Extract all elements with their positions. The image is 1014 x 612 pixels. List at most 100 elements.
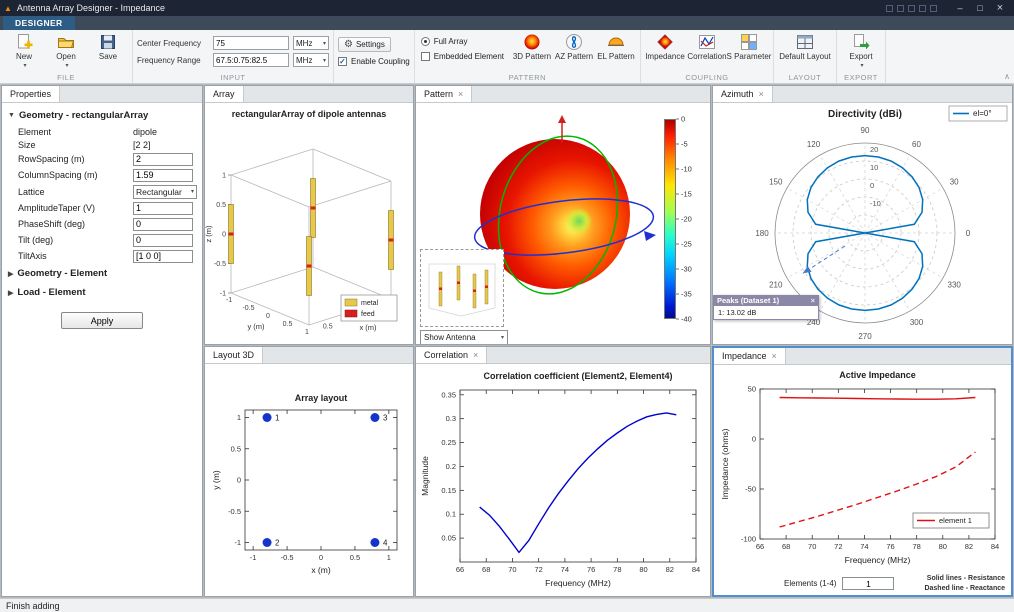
close-button[interactable]: × bbox=[990, 2, 1010, 14]
center-frequency-unit-select[interactable]: MHz ▾ bbox=[293, 36, 329, 50]
designer-tab[interactable]: DESIGNER bbox=[3, 16, 75, 30]
property-value-lattice[interactable]: Rectangular ▾ bbox=[133, 184, 197, 199]
tab-correlation[interactable]: Correlation × bbox=[416, 347, 488, 363]
svg-text:-15: -15 bbox=[681, 190, 692, 199]
panel-tab-bar: Layout 3D bbox=[205, 347, 413, 364]
az-pattern-button[interactable]: AZ Pattern bbox=[554, 32, 594, 61]
center-frequency-input[interactable] bbox=[213, 36, 289, 50]
svg-text:78: 78 bbox=[613, 565, 621, 574]
settings-button[interactable]: ⚙ Settings bbox=[338, 37, 391, 52]
save-button[interactable]: Save bbox=[88, 32, 128, 61]
tab-label: Correlation bbox=[424, 350, 469, 360]
enable-coupling-checkbox[interactable]: ✓ Enable Coupling bbox=[338, 57, 410, 66]
quick-access-icon[interactable] bbox=[886, 4, 893, 12]
maximize-button[interactable]: □ bbox=[970, 3, 990, 13]
quick-access-icon[interactable] bbox=[897, 4, 904, 12]
collapse-ribbon-button[interactable]: ∧ bbox=[1004, 72, 1010, 81]
svg-text:80: 80 bbox=[639, 565, 647, 574]
svg-text:-1: -1 bbox=[234, 538, 241, 547]
property-value-phaseshift-deg[interactable] bbox=[133, 217, 193, 231]
s-parameter-button[interactable]: S Parameter bbox=[727, 32, 771, 61]
property-value-tilt-deg[interactable] bbox=[133, 233, 193, 247]
el-pattern-button[interactable]: EL Pattern bbox=[596, 32, 636, 61]
svg-text:66: 66 bbox=[456, 565, 464, 574]
svg-text:Array layout: Array layout bbox=[295, 393, 348, 403]
section-load-element[interactable]: ▶ Load - Element bbox=[2, 283, 202, 302]
tab-label: Impedance bbox=[722, 351, 767, 361]
property-value-element: dipole bbox=[133, 126, 158, 137]
dropdown-icon: ▾ bbox=[500, 335, 504, 341]
3d-pattern-button[interactable]: 3D Pattern bbox=[512, 32, 552, 61]
impedance-button[interactable]: Impedance bbox=[645, 32, 685, 61]
panel-tab-bar: Pattern × bbox=[416, 86, 710, 103]
property-value-tiltaxis[interactable] bbox=[133, 249, 193, 263]
impedance-plot[interactable]: Active Impedance 66 68 70 72 74 76 78 80 82 84 -100… bbox=[714, 365, 1011, 595]
apply-button[interactable]: Apply bbox=[61, 312, 143, 329]
svg-text:76: 76 bbox=[587, 565, 595, 574]
quick-access-icon[interactable] bbox=[908, 4, 915, 12]
save-icon bbox=[101, 35, 115, 49]
tab-close-icon[interactable]: × bbox=[759, 89, 764, 99]
azimuth-polar-plot[interactable]: Peaks (Dataset 1) × 1: 13.02 dB Directiv… bbox=[713, 103, 1012, 344]
tab-close-icon[interactable]: × bbox=[473, 350, 478, 360]
property-value-amplitudetaper-v[interactable] bbox=[133, 201, 193, 215]
status-text: Finish adding bbox=[6, 600, 60, 611]
tab-close-icon[interactable]: × bbox=[772, 351, 777, 361]
svg-text:84: 84 bbox=[692, 565, 700, 574]
new-button[interactable]: New ▾ bbox=[4, 32, 44, 69]
tab-layout-3d[interactable]: Layout 3D bbox=[205, 347, 264, 363]
pattern-section: Full Array Embedded Element 3D Pattern A… bbox=[415, 30, 641, 83]
tab-properties[interactable]: Properties bbox=[2, 86, 61, 102]
azimuth-arrow-icon bbox=[644, 231, 656, 241]
show-antenna-dropdown[interactable]: Show Antenna ▾ bbox=[420, 330, 508, 344]
correlation-icon bbox=[698, 35, 715, 49]
tab-impedance[interactable]: Impedance × bbox=[714, 348, 786, 364]
file-section-label: FILE bbox=[57, 73, 75, 82]
property-label-rowspacing-m: RowSpacing (m) bbox=[18, 154, 85, 164]
svg-text:1: 1 bbox=[275, 414, 280, 423]
collapse-down-icon: ▼ bbox=[8, 112, 15, 119]
panel-tab-bar: Array bbox=[205, 86, 413, 103]
tab-array[interactable]: Array bbox=[205, 86, 244, 102]
minimize-button[interactable]: – bbox=[950, 3, 970, 13]
peaks-header[interactable]: Peaks (Dataset 1) × bbox=[713, 295, 819, 306]
peaks-close-icon[interactable]: × bbox=[811, 296, 815, 305]
correlation-button[interactable]: Correlation bbox=[687, 32, 727, 61]
open-button[interactable]: Open ▾ bbox=[46, 32, 86, 69]
pattern-section-label: PATTERN bbox=[508, 73, 547, 82]
svg-text:-0.5: -0.5 bbox=[228, 507, 241, 516]
tab-label: Pattern bbox=[424, 89, 454, 99]
array-3d-plot[interactable]: rectangularArray of dipole antennas 1 0.5 0… bbox=[205, 103, 413, 344]
section-geometry-rectangulararray[interactable]: ▼ Geometry - rectangularArray bbox=[2, 106, 202, 125]
pattern-3d-plot[interactable]: Show Antenna ▾ 0 -5 -10 -15 -20 -25 -30 -35 -40 bbox=[416, 103, 710, 344]
elements-input[interactable] bbox=[842, 577, 895, 591]
array-layout-plot[interactable]: Array layout -1 -0.5 0 0.5 1 -1 -0.5 0 0.5 1 1 3 2 4 x … bbox=[205, 364, 413, 596]
default-layout-button[interactable]: Default Layout bbox=[778, 32, 832, 61]
tab-pattern[interactable]: Pattern × bbox=[416, 86, 473, 102]
svg-text:0.3: 0.3 bbox=[446, 414, 456, 423]
embedded-element-checkbox[interactable]: Embedded Element bbox=[420, 52, 504, 61]
quick-access-icon[interactable] bbox=[919, 4, 926, 12]
tab-azimuth[interactable]: Azimuth × bbox=[713, 86, 773, 102]
input-section-label: INPUT bbox=[220, 73, 246, 82]
show-antenna-label: Show Antenna bbox=[424, 333, 476, 342]
full-array-radio[interactable]: Full Array bbox=[420, 37, 504, 46]
panel-tab-bar: Azimuth × bbox=[713, 86, 1012, 103]
panel-tab-bar: Correlation × bbox=[416, 347, 710, 364]
frequency-range-unit-select[interactable]: MHz ▾ bbox=[293, 53, 329, 67]
tab-close-icon[interactable]: × bbox=[458, 89, 463, 99]
svg-text:x (m): x (m) bbox=[311, 565, 331, 575]
quick-access-icon[interactable] bbox=[930, 4, 937, 12]
tab-label: Array bbox=[213, 89, 235, 99]
export-button[interactable]: Export ▾ bbox=[841, 32, 881, 69]
svg-text:66: 66 bbox=[756, 542, 764, 551]
property-value-columnspacing-m[interactable] bbox=[133, 168, 193, 182]
el-pattern-icon bbox=[607, 37, 624, 46]
svg-text:-50: -50 bbox=[745, 485, 756, 494]
quick-access-toolbar bbox=[886, 4, 937, 12]
property-value-rowspacing-m[interactable] bbox=[133, 152, 193, 166]
correlation-plot[interactable]: Correlation coefficient (Element2, Eleme… bbox=[416, 364, 710, 596]
section-geometry-element[interactable]: ▶ Geometry - Element bbox=[2, 264, 202, 283]
frequency-range-input[interactable] bbox=[213, 53, 289, 67]
property-rows: Element dipole Size [2 2] RowSpacing (m) Colu… bbox=[2, 125, 202, 264]
